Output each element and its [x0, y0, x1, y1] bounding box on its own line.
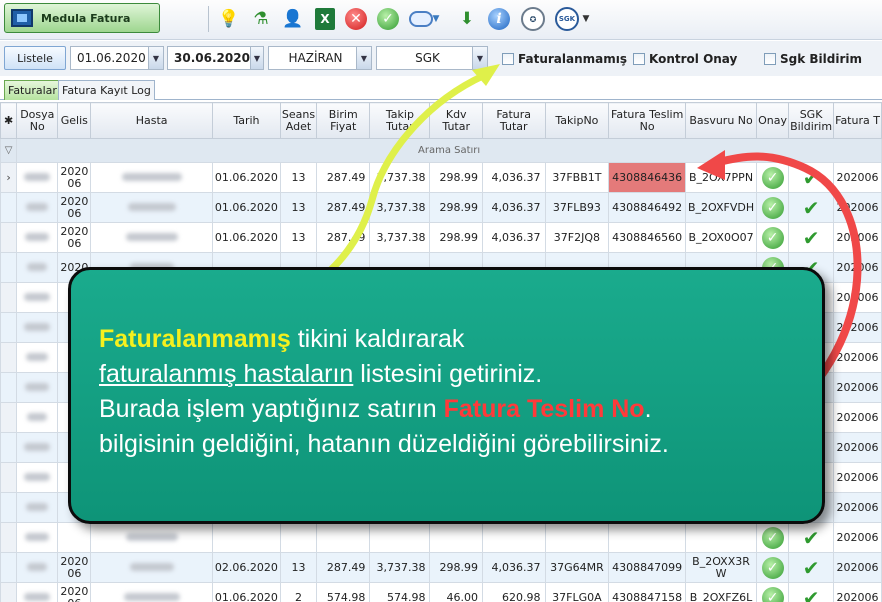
callout-line-4: bilgisinin geldiğini, hatanın düzeldiğin… — [99, 430, 669, 458]
instruction-callout: Faturalanmamış tikini kaldırarak fatural… — [68, 267, 825, 524]
callout-line-2: faturalanmış hastaların listesini getiri… — [99, 360, 543, 388]
red-arrowhead — [697, 150, 725, 180]
callout-line-3: Burada işlem yaptığınız satırın Fatura T… — [99, 395, 652, 423]
callout-line-1: Faturalanmamış tikini kaldırarak — [99, 325, 465, 353]
